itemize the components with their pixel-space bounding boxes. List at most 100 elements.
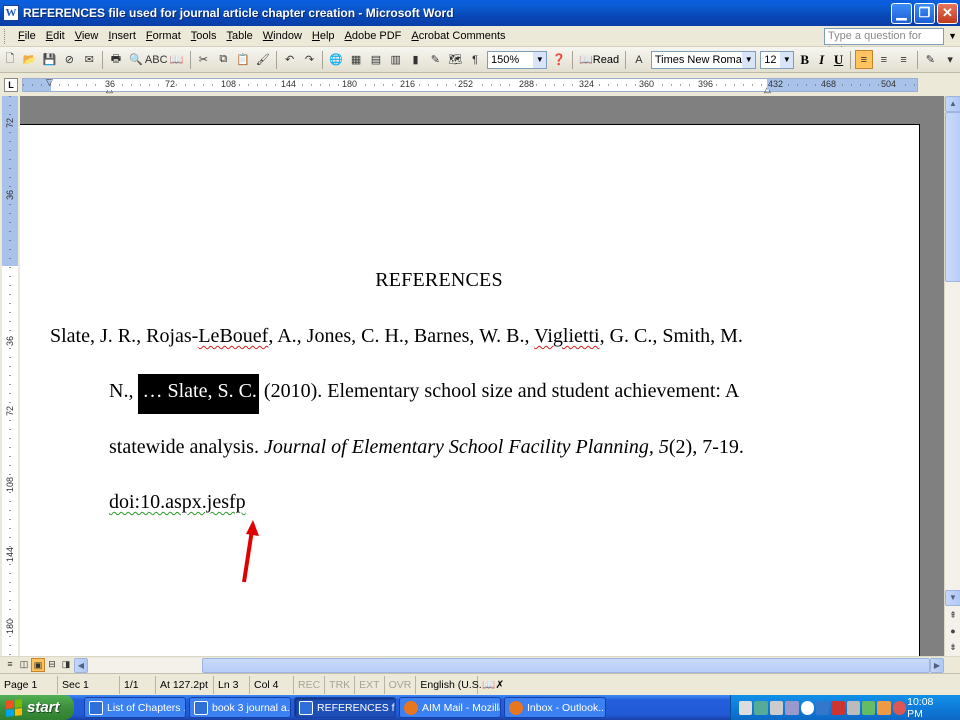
vertical-scrollbar[interactable]: ▲ ▼ ⇞ ● ⇟ bbox=[944, 96, 960, 656]
menu-acrobat-comments[interactable]: Acrobat Comments bbox=[406, 27, 510, 46]
tray-icon-5[interactable] bbox=[800, 700, 814, 715]
print-icon[interactable]: 🖶 bbox=[107, 50, 125, 69]
tray-icon-10[interactable] bbox=[877, 700, 891, 715]
font-size-select[interactable]: 12 ▼ bbox=[760, 50, 795, 69]
normal-view-icon[interactable]: ≡ bbox=[3, 658, 17, 672]
menu-insert[interactable]: Insert bbox=[103, 27, 141, 46]
menu-file[interactable]: File bbox=[13, 27, 41, 46]
menu-adobe-pdf[interactable]: Adobe PDF bbox=[340, 27, 407, 46]
tray-icon-3[interactable] bbox=[769, 700, 784, 715]
close-button[interactable]: ✕ bbox=[937, 2, 958, 24]
spelling-icon[interactable]: ABC bbox=[145, 50, 168, 69]
taskbar-button-aim-mail[interactable]: AIM Mail - Mozilla... bbox=[399, 697, 501, 718]
status-line[interactable]: Ln 3 bbox=[214, 675, 250, 694]
wireless-icon[interactable] bbox=[862, 700, 876, 715]
menu-help[interactable]: Help bbox=[307, 27, 340, 46]
tray-icon-1[interactable] bbox=[739, 700, 753, 715]
horizontal-ruler[interactable]: ▽ △ △ 36 72 108 144 180 216 252 288 324 … bbox=[22, 78, 918, 94]
permission-icon[interactable]: ⊘ bbox=[60, 50, 78, 69]
status-section[interactable]: Sec 1 bbox=[58, 675, 120, 694]
chevron-down-icon[interactable]: ▼ bbox=[742, 51, 756, 68]
copy-icon[interactable]: ⧉ bbox=[214, 50, 232, 69]
menu-format[interactable]: Format bbox=[141, 27, 186, 46]
toolbar-options-icon[interactable]: ▾ bbox=[941, 50, 959, 69]
save-icon[interactable]: 💾 bbox=[41, 50, 59, 69]
taskbar-button-book-3[interactable]: book 3 journal a... bbox=[189, 697, 291, 718]
taskbar-button-references[interactable]: REFERENCES fil... bbox=[294, 697, 396, 718]
taskbar-button-inbox[interactable]: Inbox - Outlook... bbox=[504, 697, 606, 718]
outline-view-icon[interactable]: ⊟ bbox=[45, 658, 59, 672]
status-language[interactable]: English (U.S. bbox=[416, 675, 482, 694]
help-icon[interactable]: ❓ bbox=[550, 50, 568, 69]
restore-button[interactable]: ❐ bbox=[914, 2, 935, 24]
word-app-icon[interactable]: W bbox=[3, 5, 19, 21]
align-right-icon[interactable]: ≡ bbox=[895, 50, 913, 69]
underline-button[interactable]: U bbox=[830, 50, 847, 69]
reading-layout-icon[interactable]: ◨ bbox=[59, 658, 73, 672]
spelling-error-lebouef[interactable]: LeBouef bbox=[198, 325, 268, 347]
tray-icon-2[interactable] bbox=[754, 700, 768, 715]
print-preview-icon[interactable]: 🔍 bbox=[127, 50, 145, 69]
align-center-icon[interactable]: ≡ bbox=[875, 50, 893, 69]
highlight-icon[interactable]: ✎ bbox=[921, 50, 939, 69]
vertical-scroll-thumb[interactable] bbox=[945, 112, 960, 282]
scroll-left-icon[interactable]: ◀ bbox=[74, 658, 88, 673]
status-ovr[interactable]: OVR bbox=[385, 675, 417, 694]
research-icon[interactable]: 📖 bbox=[168, 50, 186, 69]
tray-icon-4[interactable] bbox=[785, 700, 799, 715]
tab-selector[interactable]: L bbox=[4, 78, 18, 92]
read-button[interactable]: 📖 Read bbox=[576, 53, 622, 67]
taskbar-button-list-of-chapters[interactable]: List of Chapters ... bbox=[84, 697, 186, 718]
chevron-down-icon[interactable]: ▼ bbox=[780, 51, 794, 68]
zoom-select[interactable]: 150% ▼ bbox=[486, 50, 548, 69]
chevron-down-icon[interactable]: ▼ bbox=[533, 51, 547, 68]
drawing-icon[interactable]: ✎ bbox=[426, 50, 444, 69]
redo-icon[interactable]: ↷ bbox=[301, 50, 319, 69]
minimize-button[interactable]: ▁ bbox=[891, 2, 912, 24]
status-pages[interactable]: 1/1 bbox=[120, 675, 156, 694]
print-layout-icon[interactable]: ▣ bbox=[31, 658, 45, 672]
styles-icon[interactable]: A bbox=[630, 50, 648, 69]
insert-table-icon[interactable]: ▤ bbox=[367, 50, 385, 69]
bold-button[interactable]: B bbox=[796, 50, 813, 69]
scroll-down-icon[interactable]: ▼ bbox=[945, 590, 960, 606]
undo-icon[interactable]: ↶ bbox=[281, 50, 299, 69]
hyperlink-icon[interactable]: 🌐 bbox=[327, 50, 345, 69]
tray-icon-8[interactable] bbox=[846, 700, 860, 715]
tray-icon-7[interactable] bbox=[831, 700, 845, 715]
previous-page-icon[interactable]: ⇞ bbox=[945, 608, 960, 622]
select-browse-object-icon[interactable]: ● bbox=[945, 624, 960, 638]
start-button[interactable]: start bbox=[0, 695, 74, 720]
scroll-right-icon[interactable]: ▶ bbox=[930, 658, 944, 673]
menu-edit[interactable]: Edit bbox=[41, 27, 70, 46]
new-document-icon[interactable]: 🗋 bbox=[1, 50, 19, 69]
status-ext[interactable]: EXT bbox=[355, 675, 385, 694]
paste-icon[interactable]: 📋 bbox=[234, 50, 252, 69]
font-name-select[interactable]: Times New Roman ▼ bbox=[650, 50, 757, 69]
clock[interactable]: 10:08 PM bbox=[907, 696, 950, 720]
menu-grip[interactable] bbox=[4, 28, 7, 44]
next-page-icon[interactable]: ⇟ bbox=[945, 640, 960, 654]
columns-icon[interactable]: ▮ bbox=[407, 50, 425, 69]
email-icon[interactable]: ✉ bbox=[80, 50, 98, 69]
document-map-icon[interactable]: 🗺 bbox=[446, 50, 464, 69]
show-hide-icon[interactable]: ¶ bbox=[466, 50, 484, 69]
first-line-indent-marker[interactable]: ▽ bbox=[46, 78, 53, 87]
status-page[interactable]: Page 1 bbox=[0, 675, 58, 694]
tray-icon-11[interactable] bbox=[892, 700, 907, 715]
menu-window[interactable]: Window bbox=[258, 27, 307, 46]
help-search-input[interactable]: Type a question for help bbox=[824, 28, 944, 57]
italic-button[interactable]: I bbox=[813, 50, 830, 69]
scroll-up-icon[interactable]: ▲ bbox=[945, 96, 960, 112]
selected-text[interactable]: … Slate, S. C. bbox=[138, 374, 259, 414]
open-folder-icon[interactable]: 📂 bbox=[21, 50, 39, 69]
insert-excel-icon[interactable]: ▥ bbox=[387, 50, 405, 69]
bluetooth-icon[interactable] bbox=[815, 700, 830, 715]
spelling-status-icon[interactable]: 📖✗ bbox=[478, 676, 508, 694]
status-column[interactable]: Col 4 bbox=[250, 675, 294, 694]
help-dropdown-icon[interactable]: ▼ bbox=[948, 31, 957, 41]
spelling-error-viglietti[interactable]: Viglietti bbox=[534, 325, 599, 347]
vertical-ruler[interactable]: 72 36 36 72 108 144 180 bbox=[2, 96, 18, 656]
horizontal-scrollbar[interactable]: ◀ ▶ bbox=[74, 658, 944, 673]
menu-table[interactable]: Table bbox=[221, 27, 257, 46]
